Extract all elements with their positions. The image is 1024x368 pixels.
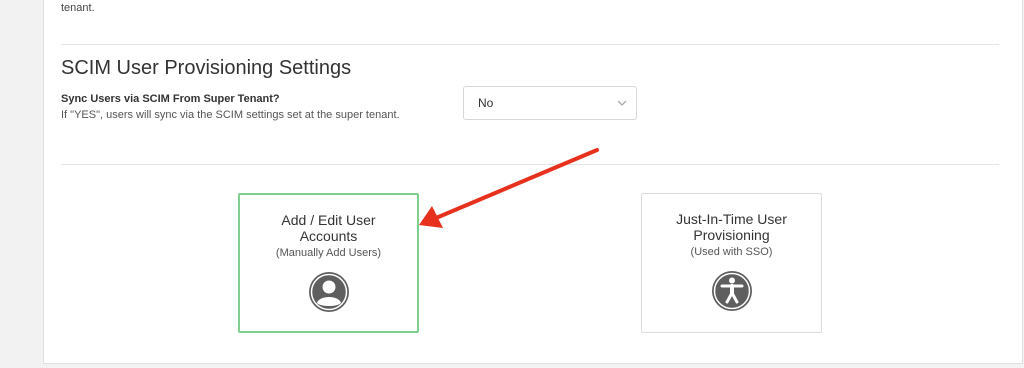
annotation-arrow bbox=[419, 148, 599, 228]
